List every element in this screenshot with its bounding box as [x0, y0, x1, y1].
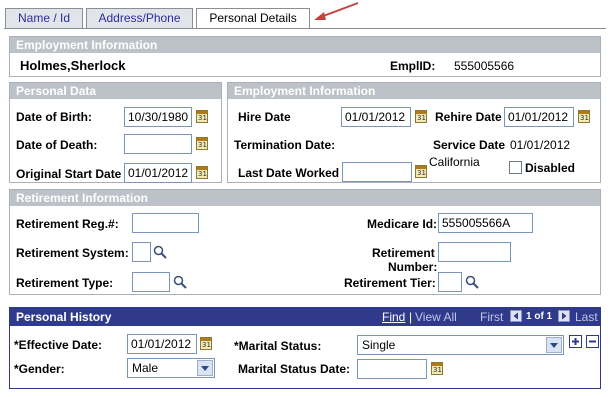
dod-calendar-icon[interactable]	[196, 137, 208, 150]
retirement-type-label: Retirement Type:	[16, 276, 114, 290]
original-start-date-input[interactable]: 01/01/2012	[124, 163, 192, 183]
hire-date-calendar-icon[interactable]	[415, 110, 427, 123]
personal-data-header: Personal Data	[10, 83, 221, 99]
state-value: California	[429, 155, 480, 169]
first-link[interactable]: First	[480, 310, 503, 324]
service-date-value: 01/01/2012	[510, 138, 571, 152]
hire-date-input[interactable]: 01/01/2012	[341, 107, 411, 127]
marital-status-date-input[interactable]	[357, 359, 427, 379]
service-date-label: Service Date	[433, 138, 506, 152]
original-start-date-calendar-icon[interactable]	[196, 166, 208, 179]
emplid-value: 555005566	[454, 59, 515, 73]
last-date-worked-label: Last Date Worked	[238, 166, 340, 180]
add-row-icon[interactable]	[569, 335, 582, 348]
personal-data-panel: Personal Data Date of Birth: 10/30/1980 …	[9, 82, 222, 183]
retirement-type-search-icon[interactable]	[173, 275, 187, 289]
retirement-reg-input[interactable]	[132, 213, 199, 233]
effective-date-input[interactable]: 01/01/2012	[127, 334, 197, 354]
tab-divider	[4, 28, 606, 29]
original-start-date-label: Original Start Date	[16, 167, 122, 181]
medicare-id-label: Medicare Id:	[367, 217, 438, 231]
disabled-label: Disabled	[525, 161, 576, 175]
dod-label: Date of Death:	[16, 138, 98, 152]
previous-row-icon[interactable]	[510, 310, 522, 322]
delete-row-icon[interactable]	[586, 335, 599, 348]
retirement-system-input[interactable]	[132, 242, 151, 262]
termination-date-label: Termination Date:	[234, 138, 336, 152]
view-all-link[interactable]: View All	[415, 310, 457, 324]
dob-label: Date of Birth:	[16, 110, 92, 124]
gender-select[interactable]: Male	[127, 358, 215, 378]
retirement-number-label-2: Number:	[388, 260, 438, 274]
marital-status-date-calendar-icon[interactable]	[431, 362, 443, 375]
retirement-number-label-1: Retirement	[372, 246, 435, 260]
last-link[interactable]: Last	[575, 310, 598, 324]
retirement-type-input[interactable]	[132, 272, 170, 292]
disabled-checkbox[interactable]	[509, 161, 522, 174]
retirement-reg-label: Retirement Reg.#:	[16, 217, 119, 231]
employee-name: Holmes,Sherlock	[20, 58, 126, 73]
hire-date-label: Hire Date	[238, 110, 291, 124]
marital-status-select[interactable]: Single	[357, 335, 564, 355]
last-date-worked-input[interactable]	[342, 162, 412, 182]
last-date-worked-calendar-icon[interactable]	[415, 165, 427, 178]
retirement-panel: Retirement Information Retirement Reg.#:…	[9, 189, 601, 295]
rehire-date-calendar-icon[interactable]	[578, 110, 590, 123]
emplid-label: EmplID:	[390, 59, 436, 73]
retirement-number-input[interactable]	[438, 242, 511, 262]
personal-history-panel: Personal History Find | View All First 1…	[9, 307, 601, 389]
effective-date-calendar-icon[interactable]	[200, 337, 212, 350]
medicare-id-input[interactable]: 555005566A	[438, 213, 533, 233]
tab-name-id[interactable]: Name / Id	[5, 8, 83, 28]
dob-input[interactable]: 10/30/1980	[124, 107, 192, 127]
marital-status-value: Single	[362, 338, 396, 352]
employment-summary-panel: Employment Information Holmes,Sherlock E…	[9, 36, 601, 77]
effective-date-label: *Effective Date:	[14, 338, 103, 352]
employment-summary-header: Employment Information	[10, 37, 600, 53]
find-separator: |	[409, 310, 413, 324]
rehire-date-input[interactable]: 01/01/2012	[504, 107, 574, 127]
next-row-icon[interactable]	[558, 310, 570, 322]
tab-address-phone[interactable]: Address/Phone	[86, 8, 193, 28]
marital-status-label: *Marital Status:	[234, 339, 322, 353]
marital-status-chevron-down-icon[interactable]	[546, 337, 562, 353]
dob-calendar-icon[interactable]	[196, 110, 208, 123]
retirement-tier-search-icon[interactable]	[465, 275, 479, 289]
gender-value: Male	[132, 361, 159, 375]
marital-status-date-label: Marital Status Date:	[238, 362, 351, 376]
retirement-tier-input[interactable]	[438, 272, 462, 292]
tab-personal-details-label: Personal Details	[209, 11, 297, 25]
retirement-header: Retirement Information	[10, 190, 600, 206]
dod-input[interactable]	[124, 134, 192, 154]
tab-address-phone-label: Address/Phone	[98, 11, 181, 25]
find-link[interactable]: Find	[382, 310, 405, 324]
tab-personal-details[interactable]: Personal Details	[196, 8, 310, 29]
gender-label: *Gender:	[14, 362, 65, 376]
annotation-arrow-icon	[314, 2, 359, 20]
personal-history-title: Personal History	[16, 310, 112, 324]
pager-count: 1 of 1	[526, 311, 553, 322]
employment-dates-panel: Employment Information Hire Date 01/01/2…	[227, 82, 601, 183]
tab-name-id-label: Name / Id	[17, 11, 71, 25]
employment-dates-header: Employment Information	[228, 83, 600, 99]
gender-chevron-down-icon[interactable]	[197, 360, 213, 376]
retirement-system-search-icon[interactable]	[153, 245, 167, 259]
rehire-date-label: Rehire Date	[435, 110, 502, 124]
retirement-tier-label: Retirement Tier:	[344, 276, 436, 290]
retirement-system-label: Retirement System:	[16, 246, 129, 260]
